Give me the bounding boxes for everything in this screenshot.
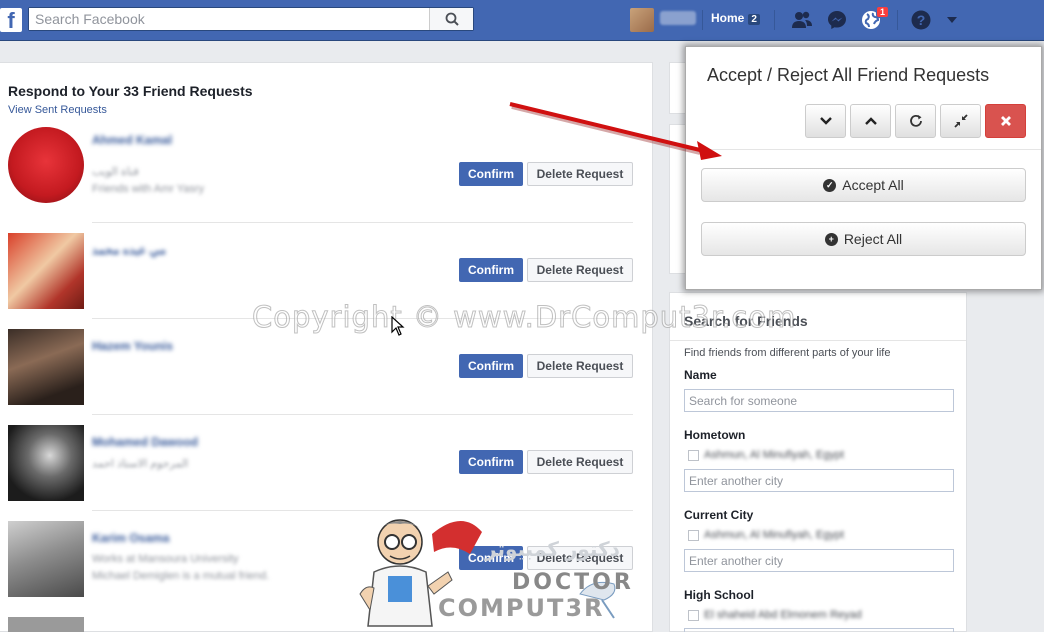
delete-request-button[interactable]: Delete Request [527,354,633,378]
accept-all-button[interactable]: ✓ Accept All [701,168,1026,202]
requester-photo[interactable] [8,521,84,597]
confirm-button[interactable]: Confirm [459,258,523,282]
friend-requests-icon[interactable] [791,9,813,31]
search-box [28,7,474,31]
delete-request-button[interactable]: Delete Request [527,258,633,282]
view-sent-requests-link[interactable]: View Sent Requests [8,104,107,116]
messenger-icon[interactable] [826,9,848,31]
chevron-up-icon [864,117,877,125]
search-friends-subtitle: Find friends from different parts of you… [684,347,891,359]
top-navigation-bar: f Home2 1 ? [0,0,1044,41]
requester-info: Works at Mansoura University [92,553,239,565]
chevron-down-icon [819,117,832,125]
home-link[interactable]: Home 2 [711,11,760,25]
confirm-button[interactable]: Confirm [459,162,523,186]
requester-name[interactable]: Ahmed Kamal [92,133,172,147]
collapse-down-button[interactable] [805,104,846,138]
requester-name[interactable]: Karim Osama [92,531,169,545]
reject-all-button[interactable]: + Reject All [701,222,1026,256]
current-city-label: Current City [684,508,754,522]
computer-logo-text: COMPUT3R [438,594,605,622]
help-icon[interactable]: ? [910,9,932,31]
friend-request-row: Mohamed Dawood المرحوم الاستاذ احمد Conf… [8,415,633,511]
nav-divider [897,10,898,30]
current-city-input[interactable] [684,549,954,572]
requester-info: قناة الويب [92,166,139,178]
profile-avatar[interactable] [630,8,654,32]
current-city-checkbox[interactable] [688,530,699,541]
search-for-friends-card [669,292,967,632]
card-divider [670,340,966,341]
notifications-count-badge: 1 [876,6,890,18]
close-button[interactable] [985,104,1026,138]
delete-request-button[interactable]: Delete Request [527,162,633,186]
search-button[interactable] [429,8,473,30]
confirm-button[interactable]: Confirm [459,354,523,378]
hometown-checkbox[interactable] [688,450,699,461]
refresh-button[interactable] [895,104,936,138]
account-menu-chevron-icon[interactable] [941,9,963,31]
delete-request-button[interactable]: Delete Request [527,450,633,474]
high-school-input[interactable] [684,628,954,632]
reject-all-label: Reject All [843,231,903,247]
profile-name-blurred[interactable] [660,11,696,25]
requester-photo[interactable] [8,617,84,632]
nav-divider [774,10,775,30]
requester-name[interactable]: Hazem Younis [92,339,173,353]
accept-all-label: Accept All [842,177,904,193]
svg-text:?: ? [917,12,926,28]
requester-photo[interactable] [8,329,84,405]
home-label: Home [711,11,745,25]
copyright-watermark: Copyright © www.DrComput3r.com [251,300,797,335]
search-icon [445,12,459,26]
nav-divider [702,10,703,30]
requester-name[interactable]: Mohamed Dawood [92,435,198,449]
compress-button[interactable] [940,104,981,138]
home-count-badge: 2 [748,14,760,25]
facebook-logo[interactable]: f [0,8,22,33]
requester-photo[interactable] [8,233,84,309]
high-school-label: High School [684,588,754,602]
hometown-city-input[interactable] [684,469,954,492]
collapse-up-button[interactable] [850,104,891,138]
confirm-button[interactable]: Confirm [459,450,523,474]
requester-info: المرحوم الاستاذ احمد [92,458,189,470]
arabic-logo-text: دكتور كمبيوتر [485,537,620,561]
refresh-icon [909,114,922,127]
check-circle-icon: ✓ [823,178,837,192]
requester-mutual: Friends with Amr Yasry [92,183,205,195]
popup-divider [686,149,1041,150]
requester-photo[interactable] [8,425,84,501]
search-input[interactable] [29,8,429,30]
hometown-label: Hometown [684,428,746,442]
high-school-checkbox[interactable] [688,610,699,621]
name-label: Name [684,368,717,382]
friend-request-row: Ahmed Kamal قناة الويب Friends with Amr … [8,127,633,223]
popup-title: Accept / Reject All Friend Requests [707,65,990,85]
current-city-option: Ashmun, Al Minufiyah, Egypt [704,529,845,541]
compress-icon [953,114,968,128]
requester-mutual: Michael Demiglen is a mutual friend. [92,570,270,582]
high-school-option: El shaheid Abd Elmonem Reyad [704,609,862,621]
hometown-option: Ashmun, Al Minufiyah, Egypt [704,449,845,461]
plus-circle-icon: + [824,232,838,246]
friend-requests-title: Respond to Your 33 Friend Requests [8,83,253,99]
close-icon [1000,116,1011,126]
requester-photo[interactable] [8,127,84,203]
mouse-cursor-icon [391,316,405,336]
requester-name[interactable]: مي عبده محمد [92,243,166,257]
doctor-logo-text: DOCTOR [512,570,634,595]
name-search-input[interactable] [684,389,954,412]
